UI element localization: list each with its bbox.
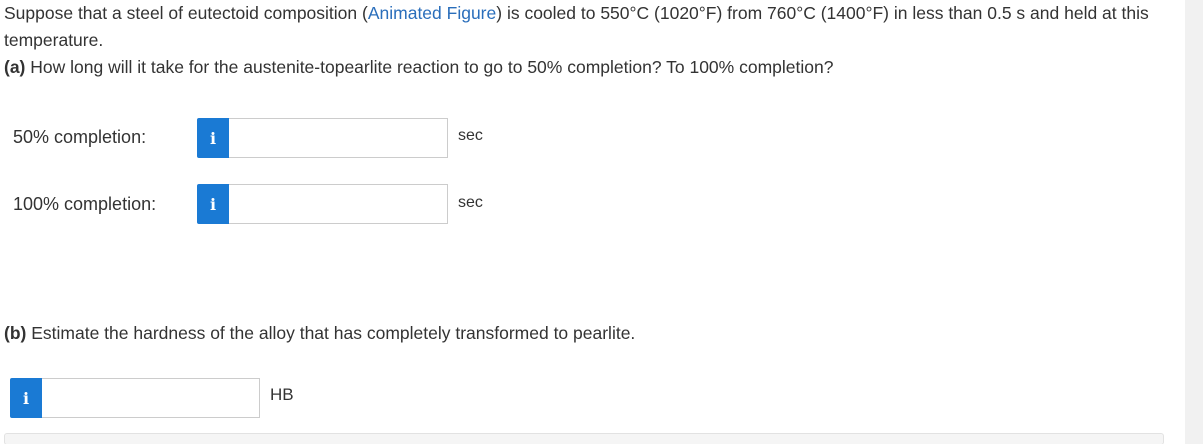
completion-100-input[interactable] [229,184,448,224]
part-b-text: Estimate the hardness of the alloy that … [26,323,636,343]
bottom-panel [4,433,1164,444]
hardness-unit: HB [270,385,294,404]
completion-100-unit: sec [458,194,483,211]
question-prompt: Suppose that a steel of eutectoid compos… [4,0,1174,81]
completion-50-input[interactable] [229,118,448,158]
part-a-text: How long will it take for the austenite-… [25,57,834,77]
part-b-label: (b) [4,323,27,343]
part-a-label: (a) [4,57,26,77]
animated-figure-link[interactable]: Animated Figure [368,3,496,23]
completion-50-unit: sec [458,127,483,144]
question-page: Suppose that a steel of eutectoid compos… [0,0,1203,444]
hardness-input[interactable] [42,378,260,418]
part-b-prompt: (b) Estimate the hardness of the alloy t… [4,320,635,347]
info-icon[interactable]: i [10,378,42,418]
info-icon[interactable]: i [197,184,229,224]
scrollbar-track[interactable] [1185,0,1203,444]
completion-100-label: 100% completion: [13,194,157,214]
question-intro-start: Suppose that a steel of eutectoid compos… [4,3,368,23]
completion-50-label: 50% completion: [13,127,147,147]
info-icon[interactable]: i [197,118,229,158]
